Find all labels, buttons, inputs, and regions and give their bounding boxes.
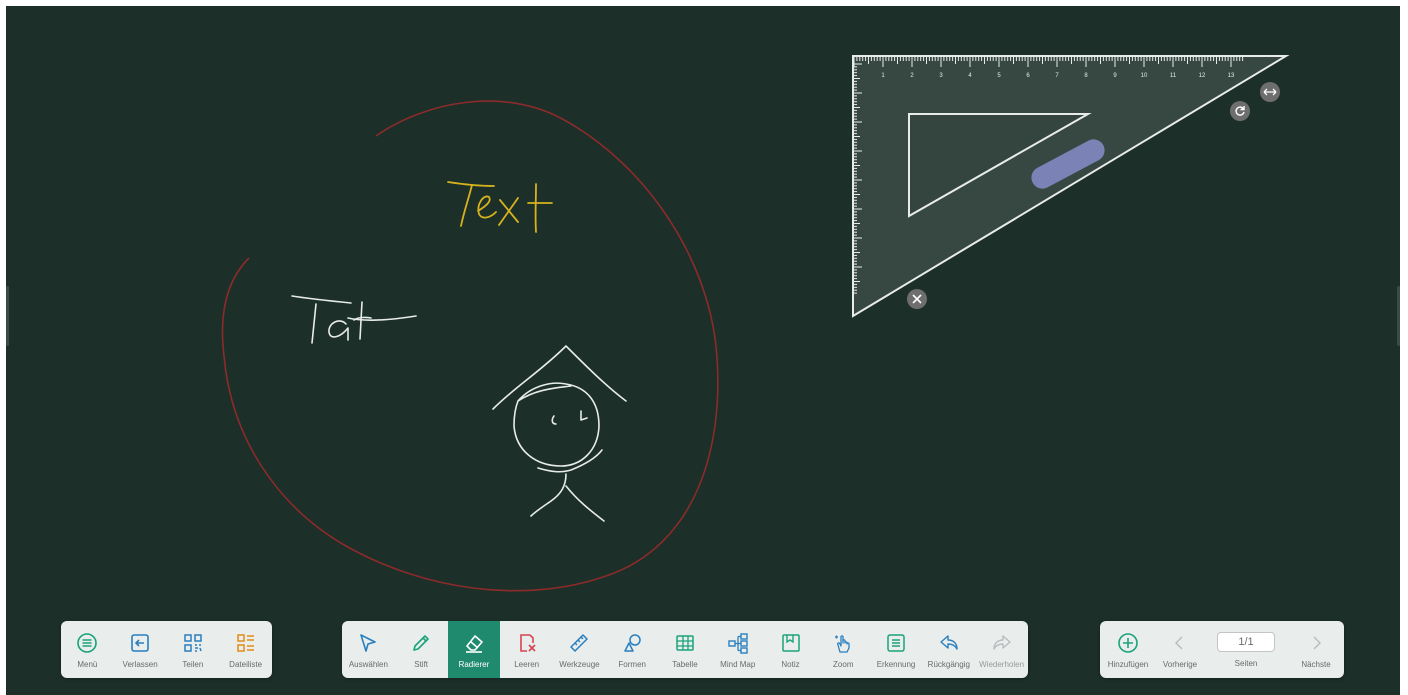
file-list-label: Dateiliste	[229, 660, 263, 669]
ruler-number: 11	[1170, 73, 1177, 79]
menu-icon	[77, 633, 98, 653]
menu-button[interactable]: Menü	[61, 621, 114, 678]
note-icon	[781, 634, 800, 652]
page-number-field[interactable]: 1/1	[1217, 631, 1275, 652]
select-label: Auswählen	[348, 660, 388, 669]
previous-page-label: Vorherige	[1162, 660, 1198, 669]
exit-icon	[131, 634, 149, 652]
chevron-right-icon	[1313, 636, 1321, 650]
add-page-label: Hinzufügen	[1107, 660, 1149, 669]
recognition-button[interactable]: Erkennung	[870, 621, 923, 678]
redo-button[interactable]: Wiederholen	[975, 621, 1028, 678]
toolbar-center: Auswählen Stift Radierer Leeren Werkzeug…	[342, 621, 1028, 678]
set-square-resize-button[interactable]	[1260, 82, 1280, 102]
toolbar-right: Hinzufügen Vorherige 1/1 Seiten Nächste	[1100, 621, 1344, 678]
chevron-left-icon	[1175, 636, 1183, 650]
page-indicator: 1/1 Seiten	[1204, 621, 1288, 678]
set-square-tool: 1 2 3 4 5 6 7 8 9 10 11 12 13	[852, 55, 1290, 318]
clear-icon	[519, 634, 536, 652]
tools-button[interactable]: Werkzeuge	[553, 621, 606, 678]
next-page-button[interactable]: Nächste	[1288, 621, 1344, 678]
exit-button[interactable]: Verlassen	[114, 621, 167, 678]
recognition-label: Erkennung	[876, 660, 916, 669]
ruler-tools-icon	[570, 634, 589, 652]
note-label: Notiz	[781, 660, 800, 669]
add-page-button[interactable]: Hinzufügen	[1100, 621, 1156, 678]
pages-label: Seiten	[1234, 658, 1258, 668]
zoom-button[interactable]: Zoom	[817, 621, 870, 678]
eraser-icon	[465, 635, 483, 653]
ruler-number: 10	[1141, 73, 1148, 79]
share-button[interactable]: Teilen	[167, 621, 220, 678]
whiteboard-canvas[interactable]: 1 2 3 4 5 6 7 8 9 10 11 12 13	[6, 6, 1400, 695]
next-page-label: Nächste	[1301, 660, 1331, 669]
left-edge-handle[interactable]	[6, 286, 9, 346]
file-list-icon	[236, 634, 254, 652]
clear-label: Leeren	[514, 660, 540, 669]
file-list-button[interactable]: Dateiliste	[219, 621, 272, 678]
set-square-rotate-button[interactable]	[1230, 101, 1250, 121]
ruler-number: 12	[1199, 73, 1206, 79]
clear-button[interactable]: Leeren	[500, 621, 553, 678]
undo-label: Rückgängig	[927, 660, 970, 669]
mind-map-label: Mind Map	[720, 660, 756, 669]
pen-icon	[413, 635, 429, 651]
pen-button[interactable]: Stift	[395, 621, 448, 678]
stick-figure-drawing	[492, 345, 627, 522]
shapes-button[interactable]: Formen	[606, 621, 659, 678]
close-icon	[912, 294, 922, 304]
menu-label: Menü	[77, 660, 98, 669]
shapes-label: Formen	[618, 660, 646, 669]
redo-icon	[992, 635, 1011, 650]
yellow-handwritten-text	[447, 181, 553, 233]
ruler-number: 13	[1228, 73, 1235, 79]
eraser-label: Radierer	[458, 660, 490, 669]
set-square-close-button[interactable]	[907, 289, 927, 309]
tools-label: Werkzeuge	[559, 660, 600, 669]
table-icon	[676, 635, 694, 651]
recognition-icon	[887, 634, 905, 652]
white-handwritten-text	[291, 295, 417, 344]
add-icon	[1118, 633, 1138, 653]
select-cursor-icon	[360, 634, 377, 652]
redo-label: Wiederholen	[979, 660, 1025, 669]
table-button[interactable]: Tabelle	[659, 621, 712, 678]
mind-map-icon	[728, 633, 748, 654]
toolbar-left: Menü Verlassen Teilen Dateiliste	[61, 621, 272, 678]
rotate-icon	[1235, 106, 1245, 116]
select-button[interactable]: Auswählen	[342, 621, 395, 678]
table-label: Tabelle	[672, 660, 698, 669]
pen-label: Stift	[414, 660, 429, 669]
previous-page-button[interactable]: Vorherige	[1156, 621, 1204, 678]
shapes-icon	[624, 634, 641, 652]
drawing-layer[interactable]: 1 2 3 4 5 6 7 8 9 10 11 12 13	[6, 6, 1400, 695]
undo-icon	[940, 635, 958, 650]
mind-map-button[interactable]: Mind Map	[711, 621, 764, 678]
share-label: Teilen	[182, 660, 204, 669]
right-edge-handle[interactable]	[1397, 286, 1400, 346]
red-freehand-circle	[221, 100, 719, 592]
zoom-label: Zoom	[833, 660, 854, 669]
exit-label: Verlassen	[122, 660, 158, 669]
undo-button[interactable]: Rückgängig	[922, 621, 975, 678]
qr-share-icon	[184, 634, 202, 652]
resize-horizontal-icon	[1263, 88, 1277, 96]
zoom-hand-icon	[835, 635, 850, 653]
note-button[interactable]: Notiz	[764, 621, 817, 678]
eraser-button[interactable]: Radierer	[447, 621, 501, 678]
